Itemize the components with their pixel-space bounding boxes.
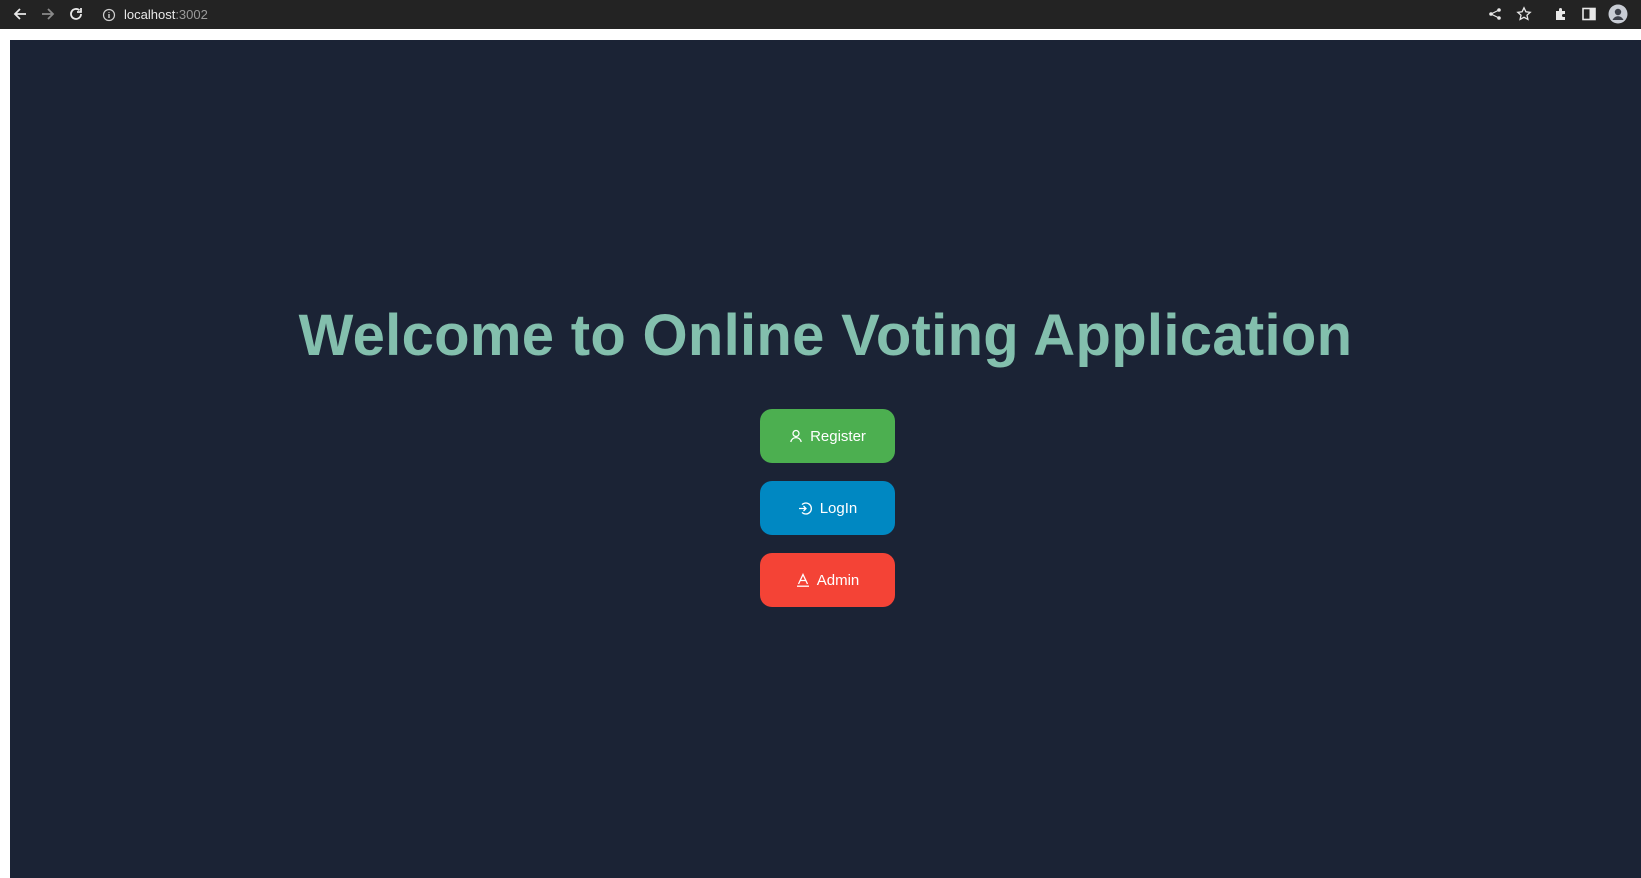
share-icon[interactable]	[1484, 3, 1506, 25]
star-icon[interactable]	[1513, 3, 1535, 25]
register-button[interactable]: Register	[760, 409, 895, 463]
page-title: Welcome to Online Voting Application	[298, 303, 1353, 368]
browser-toolbar: localhost:3002	[0, 0, 1641, 29]
register-label: Register	[810, 427, 866, 445]
admin-label: Admin	[816, 571, 860, 589]
user-icon	[789, 429, 803, 443]
url-host: localhost	[124, 7, 176, 22]
admin-button[interactable]: Admin	[760, 553, 895, 607]
side-panel-icon[interactable]	[1578, 3, 1600, 25]
login-label: LogIn	[819, 499, 858, 517]
profile-icon[interactable]	[1607, 3, 1629, 25]
page-viewport: Welcome to Online Voting Application Reg…	[0, 29, 1641, 878]
login-button[interactable]: LogIn	[760, 481, 895, 535]
extensions-icon[interactable]	[1550, 3, 1572, 25]
url-port: :3002	[175, 7, 208, 22]
back-arrow-icon[interactable]	[9, 3, 31, 25]
info-icon[interactable]	[100, 6, 118, 24]
admin-icon	[796, 573, 810, 587]
forward-arrow-icon[interactable]	[37, 3, 59, 25]
login-icon	[798, 501, 813, 516]
address-bar[interactable]: localhost:3002	[100, 2, 1480, 27]
app-container: Welcome to Online Voting Application Reg…	[10, 40, 1641, 878]
reload-icon[interactable]	[65, 3, 87, 25]
